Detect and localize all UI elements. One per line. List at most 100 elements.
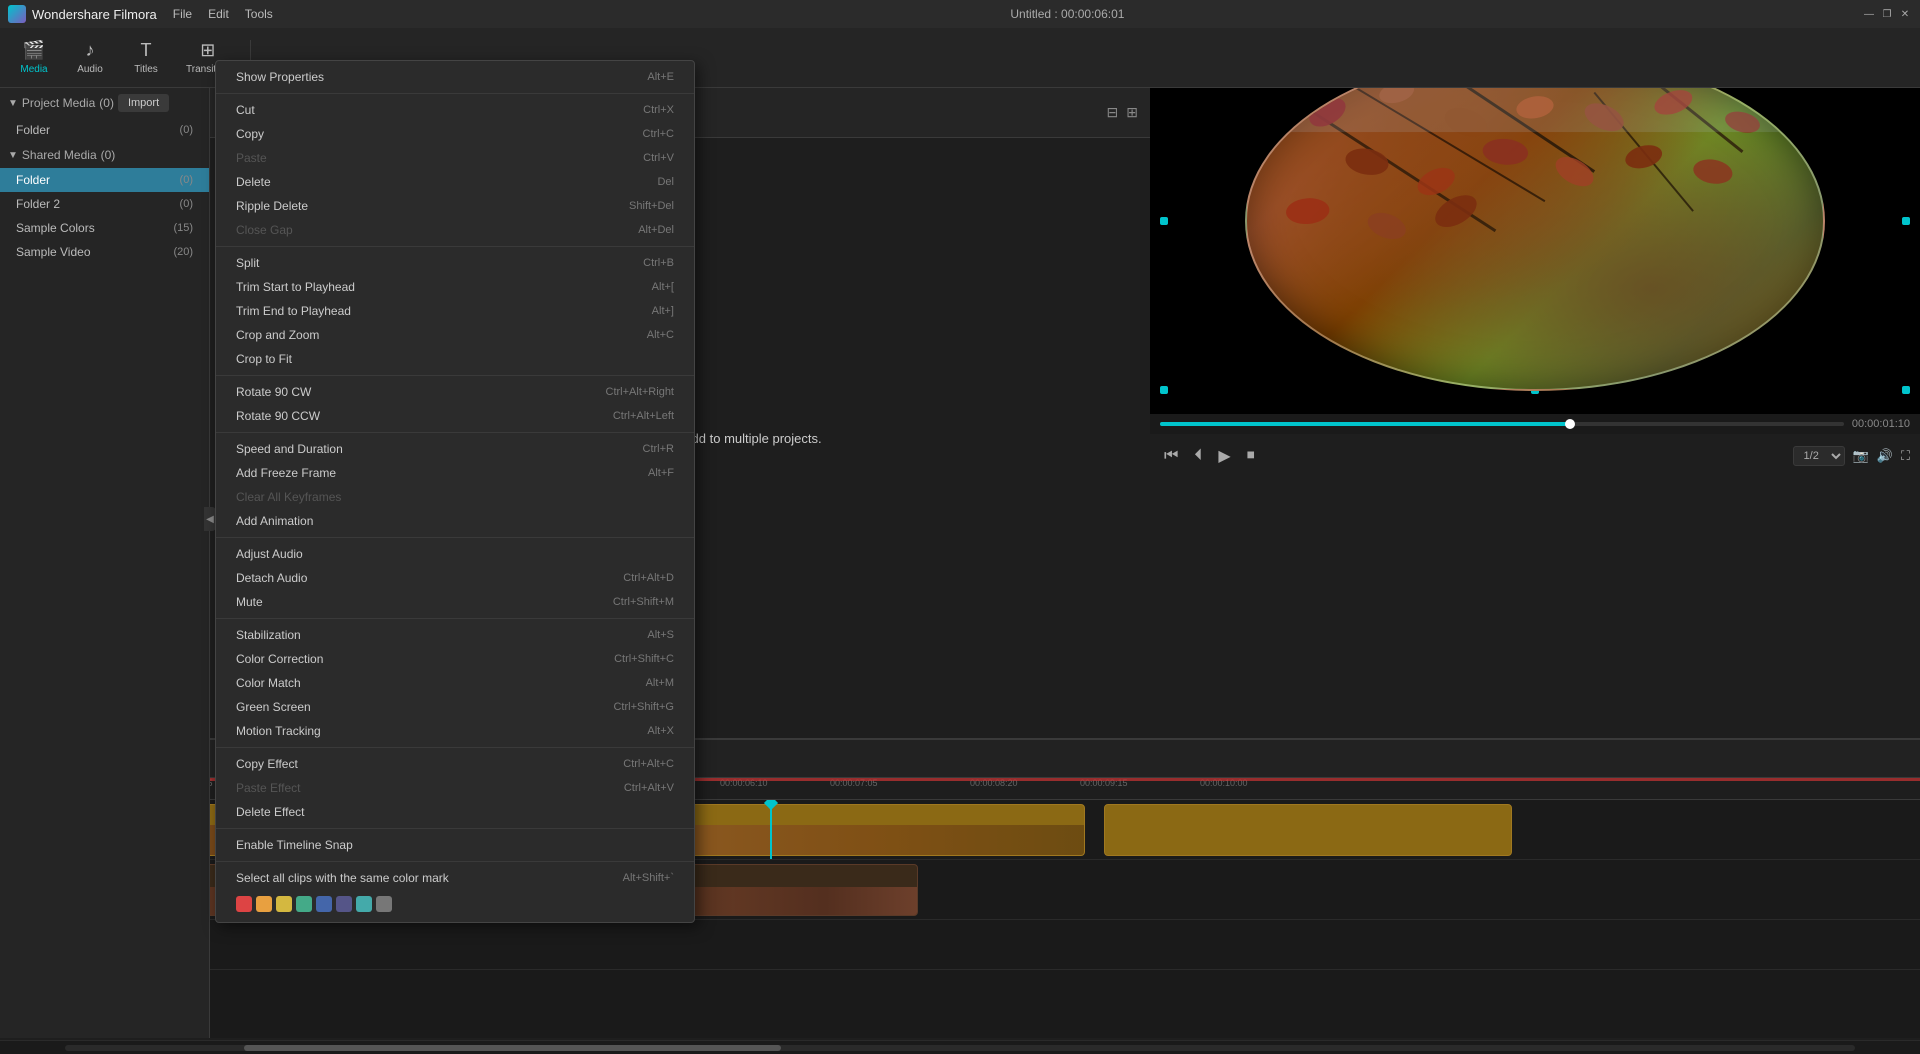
ctx-stabilization[interactable]: Stabilization Alt+S xyxy=(216,623,694,647)
tab-titles-label: Titles xyxy=(134,64,158,75)
sidebar-item-folder[interactable]: Folder (0) xyxy=(0,118,209,142)
window-title: Untitled : 00:00:06:01 xyxy=(273,7,1862,21)
ctx-speed-duration[interactable]: Speed and Duration Ctrl+R xyxy=(216,437,694,461)
preview-progress-bar: 00:00:01:10 xyxy=(1150,414,1920,434)
sample-video-count: (20) xyxy=(173,246,193,258)
skip-back-button[interactable]: ⏮ xyxy=(1160,443,1182,469)
ctx-mute[interactable]: Mute Ctrl+Shift+M xyxy=(216,590,694,614)
sidebar-item-folder-active[interactable]: Folder (0) xyxy=(0,168,209,192)
handle-bottom-right[interactable] xyxy=(1902,386,1910,394)
volume-button[interactable]: 🔊 xyxy=(1877,448,1893,464)
ctx-clear-keyframes: Clear All Keyframes xyxy=(216,485,694,509)
swatch-teal[interactable] xyxy=(356,896,372,912)
folder-active-label: Folder xyxy=(16,173,50,187)
swatch-red[interactable] xyxy=(236,896,252,912)
screenshot-button[interactable]: 📷 xyxy=(1853,448,1869,464)
ctx-delete-effect[interactable]: Delete Effect xyxy=(216,800,694,824)
shared-media-header[interactable]: ▼ Shared Media (0) xyxy=(0,142,209,168)
ctx-delete[interactable]: Delete Del xyxy=(216,170,694,194)
project-media-header[interactable]: ▼ Project Media (0) Import xyxy=(0,88,209,118)
ctx-sep-2 xyxy=(216,246,694,247)
ctx-ripple-delete[interactable]: Ripple Delete Shift+Del xyxy=(216,194,694,218)
ctx-paste-effect: Paste Effect Ctrl+Alt+V xyxy=(216,776,694,800)
ctx-show-properties[interactable]: Show Properties Alt+E xyxy=(216,65,694,89)
swatch-blue[interactable] xyxy=(316,896,332,912)
clip-gold-2[interactable] xyxy=(1104,804,1512,856)
ctx-trim-start[interactable]: Trim Start to Playhead Alt+[ xyxy=(216,275,694,299)
ctx-crop-zoom[interactable]: Crop and Zoom Alt+C xyxy=(216,323,694,347)
ctx-enable-snap[interactable]: Enable Timeline Snap xyxy=(216,833,694,857)
shared-media-label: Shared Media xyxy=(22,148,97,162)
stop-button[interactable]: ⏹ xyxy=(1243,443,1259,469)
leaves-svg xyxy=(1247,53,1823,389)
audio-track-content xyxy=(65,920,1920,969)
ctx-green-screen-label: Green Screen xyxy=(236,700,311,714)
titlebar: Wondershare Filmora File Edit Tools Unti… xyxy=(0,0,1920,28)
shared-media-count: (0) xyxy=(101,148,116,162)
import-button[interactable]: Import xyxy=(118,94,169,112)
ctx-detach-audio[interactable]: Detach Audio Ctrl+Alt+D xyxy=(216,566,694,590)
close-button[interactable]: ✕ xyxy=(1898,7,1912,21)
swatch-gray[interactable] xyxy=(376,896,392,912)
ctx-crop-zoom-shortcut: Alt+C xyxy=(647,329,674,341)
scrollbar-thumb[interactable] xyxy=(244,1045,781,1051)
minimize-button[interactable]: — xyxy=(1862,7,1876,21)
ctx-cut[interactable]: Cut Ctrl+X xyxy=(216,98,694,122)
ctx-copy-shortcut: Ctrl+C xyxy=(643,128,674,140)
ctx-color-correction[interactable]: Color Correction Ctrl+Shift+C xyxy=(216,647,694,671)
swatch-yellow[interactable] xyxy=(276,896,292,912)
ctx-ripple-delete-shortcut: Shift+Del xyxy=(629,200,674,212)
ctx-copy-effect[interactable]: Copy Effect Ctrl+Alt+C xyxy=(216,752,694,776)
ctx-delete-effect-label: Delete Effect xyxy=(236,805,304,819)
sidebar-item-folder2[interactable]: Folder 2 (0) xyxy=(0,192,209,216)
ctx-motion-tracking-shortcut: Alt+X xyxy=(647,725,674,737)
preview-controls: ⏮ ⏴ ▶ ⏹ 1/2 Full 1/4 📷 🔊 ⛶ xyxy=(1150,434,1920,478)
ctx-motion-tracking[interactable]: Motion Tracking Alt+X xyxy=(216,719,694,743)
ctx-green-screen[interactable]: Green Screen Ctrl+Shift+G xyxy=(216,695,694,719)
progress-thumb[interactable] xyxy=(1565,419,1575,429)
handle-mid-right[interactable] xyxy=(1902,217,1910,225)
swatch-purple[interactable] xyxy=(336,896,352,912)
ctx-split-shortcut: Ctrl+B xyxy=(643,257,674,269)
handle-mid-left[interactable] xyxy=(1160,217,1168,225)
handle-bottom-left[interactable] xyxy=(1160,386,1168,394)
step-back-button[interactable]: ⏴ xyxy=(1190,443,1206,469)
menu-tools[interactable]: Tools xyxy=(245,7,273,21)
ctx-rotate-ccw[interactable]: Rotate 90 CCW Ctrl+Alt+Left xyxy=(216,404,694,428)
ctx-crop-fit[interactable]: Crop to Fit xyxy=(216,347,694,371)
swatch-orange[interactable] xyxy=(256,896,272,912)
play-button[interactable]: ▶ xyxy=(1214,442,1234,470)
ctx-copy-effect-shortcut: Ctrl+Alt+C xyxy=(623,758,674,770)
maximize-button[interactable]: ❐ xyxy=(1880,7,1894,21)
playhead xyxy=(770,800,772,859)
tab-audio[interactable]: ♪ Audio xyxy=(66,36,114,79)
fullscreen-button[interactable]: ⛶ xyxy=(1901,448,1910,464)
ctx-select-color-mark[interactable]: Select all clips with the same color mar… xyxy=(216,866,694,890)
folder-label: Folder xyxy=(16,123,50,137)
quality-select[interactable]: 1/2 Full 1/4 xyxy=(1793,446,1845,466)
tab-media[interactable]: 🎬 Media xyxy=(10,36,58,79)
swatch-green[interactable] xyxy=(296,896,312,912)
ctx-freeze-frame[interactable]: Add Freeze Frame Alt+F xyxy=(216,461,694,485)
menu-edit[interactable]: Edit xyxy=(208,7,229,21)
ctx-split[interactable]: Split Ctrl+B xyxy=(216,251,694,275)
sidebar-item-sample-video[interactable]: Sample Video (20) xyxy=(0,240,209,264)
progress-track[interactable] xyxy=(1160,422,1844,426)
transition-icon: ⊞ xyxy=(200,40,215,61)
ctx-copy-label: Copy xyxy=(236,127,264,141)
menu-file[interactable]: File xyxy=(173,7,192,21)
ctx-trim-end[interactable]: Trim End to Playhead Alt+] xyxy=(216,299,694,323)
ctx-rotate-cw[interactable]: Rotate 90 CW Ctrl+Alt+Right xyxy=(216,380,694,404)
ctx-select-color-mark-shortcut: Alt+Shift+` xyxy=(623,872,674,884)
ctx-copy[interactable]: Copy Ctrl+C xyxy=(216,122,694,146)
ctx-adjust-audio[interactable]: Adjust Audio xyxy=(216,542,694,566)
ctx-color-match[interactable]: Color Match Alt+M xyxy=(216,671,694,695)
sidebar-item-sample-colors[interactable]: Sample Colors (15) xyxy=(0,216,209,240)
ctx-add-animation[interactable]: Add Animation xyxy=(216,509,694,533)
tab-titles[interactable]: T Titles xyxy=(122,36,170,79)
filter-icon[interactable]: ⊟ xyxy=(1107,104,1119,121)
scrollbar-track[interactable] xyxy=(65,1045,1855,1051)
view-toggle-icon[interactable]: ⊞ xyxy=(1126,104,1138,121)
ctx-sep-7 xyxy=(216,747,694,748)
ctx-crop-fit-label: Crop to Fit xyxy=(236,352,292,366)
